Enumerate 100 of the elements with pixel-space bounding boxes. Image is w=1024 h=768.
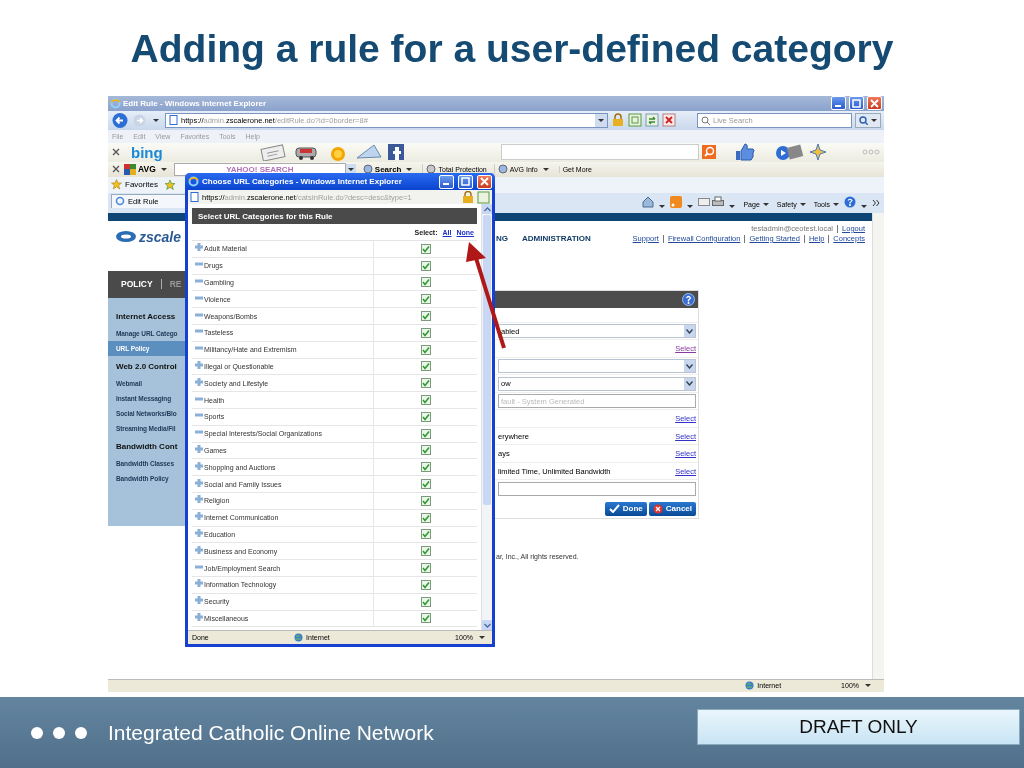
refresh-button[interactable] <box>645 113 659 128</box>
plus-icon[interactable] <box>195 528 203 537</box>
checkbox[interactable] <box>420 546 431 557</box>
close-button[interactable] <box>477 174 492 189</box>
plus-icon[interactable] <box>195 461 203 470</box>
search-button[interactable] <box>701 145 716 160</box>
checkbox[interactable] <box>420 344 431 355</box>
caret-icon <box>479 636 485 639</box>
checkbox[interactable] <box>420 579 431 590</box>
chevron-icon[interactable] <box>872 197 880 208</box>
globe-icon <box>745 681 755 691</box>
done-button[interactable]: Done <box>604 501 647 516</box>
square-icon[interactable] <box>386 143 405 162</box>
checkbox[interactable] <box>420 277 431 288</box>
circle-icon <box>497 164 508 175</box>
plus-icon[interactable] <box>195 495 203 504</box>
plus-icon[interactable] <box>195 360 203 369</box>
page-icon <box>169 115 178 126</box>
minus-icon[interactable] <box>195 260 203 269</box>
compatibility-button[interactable] <box>628 113 642 128</box>
nav-link[interactable]: ADMINISTRATION <box>522 233 591 243</box>
help-icon[interactable] <box>682 292 695 306</box>
minus-icon[interactable] <box>195 411 203 420</box>
checkbox[interactable] <box>420 243 431 254</box>
policy-tab[interactable]: POLICY <box>121 279 153 290</box>
minimize-button[interactable] <box>831 96 846 111</box>
help-icon[interactable] <box>844 195 856 208</box>
checkbox[interactable] <box>420 411 431 422</box>
checkbox[interactable] <box>420 428 431 439</box>
minimize-button[interactable] <box>439 174 454 189</box>
checkbox[interactable] <box>420 613 431 624</box>
scroll-up-button[interactable] <box>482 204 492 214</box>
plus-icon[interactable] <box>195 243 203 252</box>
checkbox[interactable] <box>420 311 431 322</box>
search-field[interactable] <box>500 144 699 161</box>
globe-icon <box>294 633 304 642</box>
plus-icon[interactable] <box>195 545 203 554</box>
four-squares-icon <box>124 163 136 175</box>
checkbox[interactable] <box>420 479 431 490</box>
caret-icon <box>861 204 867 208</box>
favorites-button[interactable]: Favorites <box>111 179 158 191</box>
maximize-button[interactable] <box>458 174 473 189</box>
plus-icon[interactable] <box>195 512 203 521</box>
close-icon[interactable] <box>112 165 120 174</box>
printer-icon[interactable] <box>712 195 725 208</box>
plus-icon[interactable] <box>195 596 203 605</box>
checkbox[interactable] <box>420 495 431 506</box>
minus-icon[interactable] <box>195 327 203 336</box>
minus-icon[interactable] <box>195 344 203 353</box>
checkbox[interactable] <box>420 563 431 574</box>
checkbox[interactable] <box>420 529 431 540</box>
scroll-down-button[interactable] <box>482 620 492 630</box>
scroll-thumb[interactable] <box>483 215 491 505</box>
minus-icon[interactable] <box>195 428 203 437</box>
star-icon <box>111 179 122 191</box>
plus-icon[interactable] <box>195 612 203 621</box>
cancel-button[interactable]: Cancel <box>648 501 696 516</box>
feed-icon[interactable] <box>670 195 683 208</box>
caret-icon <box>762 202 769 206</box>
checkbox[interactable] <box>420 260 431 271</box>
close-button[interactable] <box>867 96 882 111</box>
search-icon <box>859 115 868 125</box>
avg-menu-button[interactable]: AVG <box>124 163 170 175</box>
scrollbar[interactable] <box>481 204 492 630</box>
checkbox[interactable] <box>420 462 431 473</box>
maximize-button[interactable] <box>849 96 864 111</box>
minus-icon[interactable] <box>195 277 203 285</box>
checkbox[interactable] <box>420 395 431 406</box>
checkbox[interactable] <box>420 294 431 305</box>
window-title: Choose URL Categories - Windows Internet Explorer <box>202 177 402 186</box>
checkbox[interactable] <box>420 445 431 456</box>
input-field[interactable] <box>498 481 696 496</box>
checkbox[interactable] <box>420 596 431 607</box>
stop-button[interactable] <box>662 113 676 128</box>
maximize-icon <box>461 177 470 186</box>
nav-link[interactable]: NG <box>496 233 508 243</box>
dropdown-field[interactable] <box>498 359 696 374</box>
caret-icon <box>659 204 666 208</box>
checkbox[interactable] <box>420 327 431 338</box>
caret-icon <box>406 167 413 171</box>
checkbox[interactable] <box>420 378 431 389</box>
scrollbar[interactable] <box>872 212 884 679</box>
thumbs-up-icon[interactable] <box>733 143 756 162</box>
dropdown-button[interactable] <box>595 113 607 127</box>
lock-icon <box>461 190 475 204</box>
search-button[interactable] <box>855 112 881 128</box>
checkbox[interactable] <box>420 361 431 372</box>
plus-icon[interactable] <box>195 478 203 487</box>
film-icon[interactable] <box>773 143 804 162</box>
caret-icon <box>153 118 159 122</box>
sidebar-heading: Internet Access <box>115 310 176 323</box>
checkbox[interactable] <box>420 512 431 523</box>
compatibility-icon <box>477 190 490 204</box>
plus-icon[interactable] <box>195 579 203 588</box>
plus-icon[interactable] <box>195 377 203 386</box>
close-icon[interactable] <box>112 148 120 157</box>
back-button[interactable] <box>111 111 129 129</box>
plus-icon[interactable] <box>195 444 203 453</box>
caret-icon <box>729 204 736 208</box>
add-favorite-icon[interactable] <box>163 178 177 191</box>
